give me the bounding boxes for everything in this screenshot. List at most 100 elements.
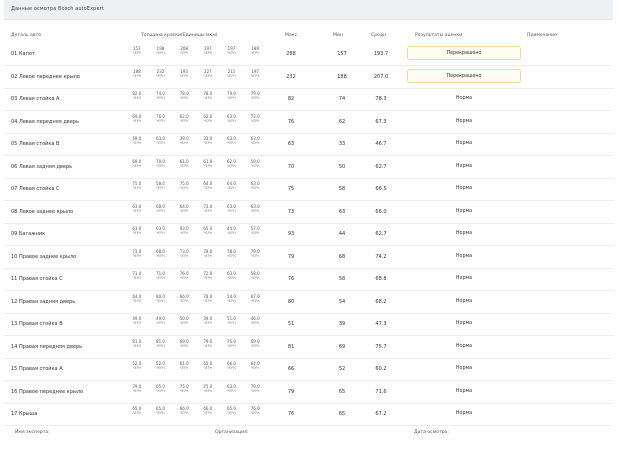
thickness-value: 72.0 — [250, 113, 260, 119]
thickness-unit: ЧЕРН — [179, 298, 189, 303]
thickness-reading: 65.0 ЧЕРН — [149, 406, 173, 417]
thickness-unit: ЧЕРН — [227, 298, 236, 303]
thickness-unit: ЧЕРН — [203, 276, 213, 281]
thickness-reading: 63.0 ЧЕРН — [243, 181, 267, 192]
report-header: Данные осмотра Bosch autoExpert — [4, 0, 613, 20]
max-value: 70 — [287, 163, 295, 170]
thickness-readings: 188 ЧЕРН 232 ЧЕРН 193 ЧЕРН 227 ЧЕРН 211 ЧЕРН 197 ЧЕ… — [125, 69, 267, 80]
thickness-value: 63.0 — [250, 136, 260, 141]
thickness-unit: ЧЕРН — [203, 51, 213, 56]
result-repainted-button[interactable]: Перекрашено — [407, 46, 521, 60]
thickness-value: 44.0 — [227, 226, 236, 231]
thickness-reading: 76.0 ЧЕРН — [243, 406, 267, 417]
thickness-unit: ЧЕРН — [227, 73, 236, 78]
thickness-unit: ЧЕРН — [179, 343, 189, 348]
thickness-reading: 61.0 ЧЕРН — [196, 159, 220, 170]
thickness-value: 65.0 — [227, 406, 236, 411]
thickness-value: 79.0 — [203, 338, 213, 344]
thickness-unit: ЧЕРН — [227, 141, 236, 146]
column-header-result: Результаты оценки — [415, 33, 463, 38]
thickness-unit: ЧЕРН — [132, 411, 142, 416]
thickness-reading: 157 ЧЕРН — [125, 46, 149, 57]
thickness-value: 65.0 — [203, 226, 213, 231]
thickness-reading: 232 ЧЕРН — [149, 69, 173, 80]
thickness-reading: 74.0 ЧЕРН — [149, 91, 173, 102]
thickness-value: 157 — [133, 46, 141, 51]
thickness-readings: 52.0 ЧЕРН 52.0 ЧЕРН 61.0 ЧЕРН 65.0 ЧЕРН 66.0 ЧЕРН… — [125, 361, 267, 372]
thickness-reading: 64.0 ЧЕРН — [243, 361, 267, 372]
thickness-reading: 188 ЧЕРН — [125, 69, 149, 80]
result-repainted-button[interactable]: Перекрашено — [407, 68, 521, 83]
thickness-reading: 64.0 ЧЕРН — [220, 181, 244, 192]
thickness-reading: 49.0 ЧЕРН — [149, 316, 173, 327]
thickness-reading: 65.0 ЧЕРН — [196, 226, 220, 237]
part-name: 01 Капот — [11, 51, 35, 57]
thickness-value: 50.0 — [179, 316, 189, 321]
thickness-unit: ЧЕРН — [179, 118, 189, 123]
thickness-unit: ЧЕРН — [179, 96, 189, 101]
thickness-reading: 193 ЧЕРН — [172, 69, 196, 80]
thickness-value: 63.0 — [132, 226, 142, 231]
thickness-value: 197 — [204, 46, 212, 51]
min-value: 44 — [338, 231, 346, 237]
thickness-value: 69.0 — [132, 113, 142, 119]
thickness-unit: ЧЕРН — [132, 366, 142, 371]
min-value: 157 — [337, 51, 347, 57]
max-value: 76 — [287, 411, 295, 417]
table-row: 17 Крыша 65.0 ЧЕРН 65.0 ЧЕРН 66.0 ЧЕРН 66.0 ЧЕРН… — [4, 402, 613, 426]
thickness-unit: ЧЕРН — [227, 231, 236, 236]
result-status: Норма — [455, 163, 473, 169]
thickness-unit: ЧЕРН — [203, 231, 213, 236]
column-header-max: Макс — [285, 33, 298, 38]
thickness-value: 75.0 — [227, 338, 236, 344]
thickness-unit: ЧЕРН — [132, 96, 142, 101]
thickness-unit: ЧЕРН — [227, 51, 236, 56]
thickness-unit: ЧЕРН — [203, 163, 213, 168]
min-value: 52 — [338, 366, 346, 372]
thickness-readings: 157 ЧЕРН 198 ЧЕРН 208 ЧЕРН 197 ЧЕРН 197 ЧЕРН 189 ЧЕ… — [125, 46, 267, 57]
thickness-value: 197 — [227, 46, 236, 51]
avg-value: 78.3 — [375, 96, 387, 102]
thickness-reading: 58.0 ЧЕРН — [149, 181, 173, 192]
thickness-readings: 79.0 ЧЕРН 65.0 ЧЕРН 75.0 ЧЕРН 75.0 ЧЕРН 63.0 ЧЕРН… — [125, 384, 267, 395]
thickness-unit: ЧЕРН — [250, 73, 260, 78]
avg-value: 62.7 — [375, 231, 387, 237]
thickness-unit: ЧЕРН — [203, 96, 213, 101]
thickness-unit: ЧЕРН — [250, 208, 260, 213]
thickness-value: 193 — [180, 68, 188, 74]
thickness-unit: ЧЕРН — [179, 51, 189, 56]
thickness-unit: ЧЕРН — [250, 388, 260, 393]
thickness-value: 62.0 — [227, 158, 236, 164]
thickness-value: 65.0 — [156, 406, 165, 411]
thickness-unit: ЧЕРН — [156, 51, 165, 56]
min-value: 65 — [338, 411, 346, 417]
thickness-reading: 64.0 ЧЕРН — [196, 181, 220, 192]
thickness-unit: ЧЕРН — [227, 321, 236, 326]
thickness-reading: 63.0 ЧЕРН — [220, 136, 244, 147]
thickness-unit: ЧЕРН — [179, 208, 189, 213]
max-value: 51 — [287, 321, 295, 327]
table-row: 03 Левая стойка A 82.0 ЧЕРН 74.0 ЧЕРН 78.0 ЧЕР… — [4, 87, 613, 111]
thickness-unit: ЧЕРН — [250, 51, 260, 56]
thickness-readings: 63.0 ЧЕРН 63.0 ЧЕРН 93.0 ЧЕРН 65.0 ЧЕРН 44.0 ЧЕРН… — [125, 226, 267, 237]
table-row: 01 Капот 157 ЧЕРН 198 ЧЕРН 208 ЧЕРН 197 ЧЕРН 197 Ч… — [4, 42, 613, 66]
thickness-reading: 49.0 ЧЕРН — [125, 316, 149, 327]
table-row: 09 Багажник 63.0 ЧЕРН 63.0 ЧЕРН 93.0 ЧЕРН 65.0 Ч… — [4, 222, 613, 246]
thickness-value: 66.0 — [179, 293, 189, 299]
part-name: 09 Багажник — [11, 231, 46, 237]
thickness-reading: 76.0 ЧЕРН — [149, 114, 173, 125]
thickness-reading: 46.0 ЧЕРН — [243, 316, 267, 327]
column-header-avg: Средн — [371, 33, 387, 38]
thickness-reading: 79.0 ЧЕРН — [220, 91, 244, 102]
thickness-unit: ЧЕРН — [203, 298, 213, 303]
thickness-reading: 75.0 ЧЕРН — [196, 384, 220, 395]
column-header-note: Примечание — [527, 33, 557, 38]
thickness-reading: 63.0 ЧЕРН — [149, 136, 173, 147]
thickness-unit: ЧЕРН — [227, 411, 236, 416]
part-name: 02 Левое переднее крыло — [11, 73, 80, 80]
thickness-value: 39.0 — [179, 136, 189, 141]
thickness-reading: 65.0 ЧЕРН — [149, 384, 173, 395]
avg-value: 67.2 — [375, 411, 387, 417]
part-name: 15 Правая стойка A — [11, 366, 63, 372]
thickness-value: 79.0 — [132, 383, 142, 389]
